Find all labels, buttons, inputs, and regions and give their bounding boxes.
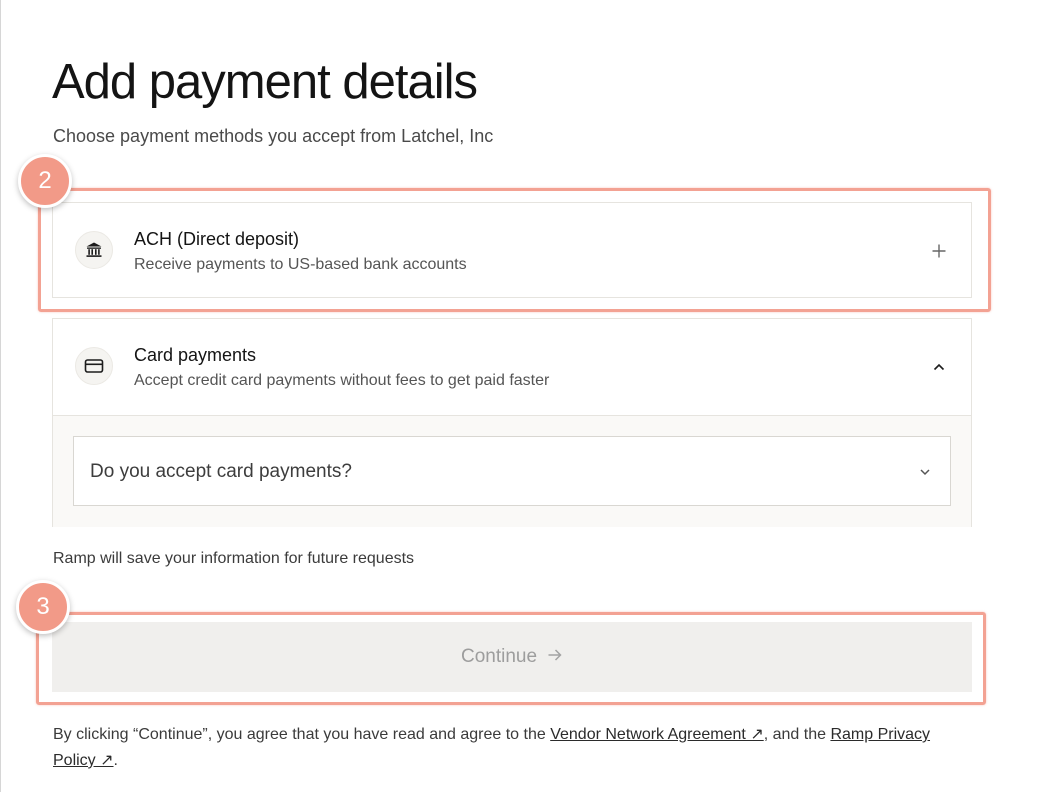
annotation-highlight-2 [38, 188, 991, 312]
legal-middle: , and the [763, 726, 831, 743]
card-payments-description: Accept credit card payments without fees… [134, 372, 550, 389]
page-left-border [0, 0, 1, 792]
annotation-highlight-3 [36, 612, 986, 705]
card-payments-title: Card payments [134, 345, 257, 365]
annotation-badge-3: 3 [16, 580, 70, 634]
legal-prefix: By clicking “Continue”, you agree that y… [53, 726, 551, 743]
page-title: Add payment details [52, 55, 478, 109]
save-info-note: Ramp will save your information for futu… [53, 550, 415, 567]
page-subtitle: Choose payment methods you accept from L… [53, 126, 494, 146]
legal-disclaimer: By clicking “Continue”, you agree that y… [53, 722, 973, 774]
credit-card-icon [75, 347, 113, 385]
card-payments-header[interactable]: Card payments Accept credit card payment… [53, 319, 971, 415]
vendor-network-agreement-link[interactable]: Vendor Network Agreement ↗ [550, 726, 764, 743]
legal-suffix: . [113, 752, 118, 769]
card-payments-body: Do you accept card payments? [53, 415, 971, 527]
annotation-badge-2: 2 [18, 154, 72, 208]
chevron-down-icon [914, 461, 936, 483]
accept-card-payments-placeholder: Do you accept card payments? [90, 461, 352, 482]
chevron-up-icon[interactable] [927, 355, 951, 379]
card-payments-method-card: Card payments Accept credit card payment… [52, 318, 972, 527]
accept-card-payments-select[interactable]: Do you accept card payments? [73, 436, 951, 506]
